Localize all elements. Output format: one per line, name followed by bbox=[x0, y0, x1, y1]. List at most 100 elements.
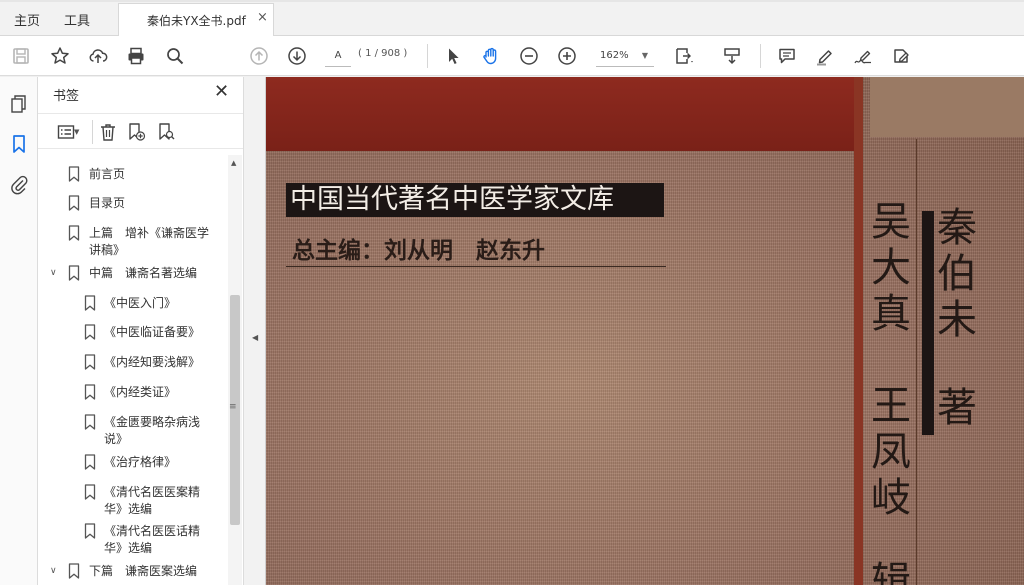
bookmark-flag-icon bbox=[84, 295, 96, 311]
cover-light-band bbox=[870, 77, 1024, 137]
bookmark-label: 中篇 谦斋名著选编 bbox=[89, 266, 198, 280]
bookmark-item[interactable]: 《金匮要略杂病浅说》 bbox=[38, 414, 228, 450]
bookmark-item[interactable]: 《内经知要浅解》 bbox=[38, 354, 228, 372]
cover-divider-line bbox=[916, 139, 917, 585]
bookmarks-toolbar: ▼ bbox=[38, 113, 243, 149]
cover-red-band bbox=[266, 77, 860, 151]
bookmarks-toolbar-separator bbox=[92, 120, 93, 144]
author-black-bar bbox=[922, 211, 934, 435]
toolbar-separator bbox=[427, 44, 428, 68]
bookmark-flag-icon bbox=[68, 225, 80, 241]
bookmark-item[interactable]: 《中医临证备要》 bbox=[38, 324, 228, 342]
highlight-pen-icon[interactable] bbox=[813, 44, 837, 68]
bookmark-label: 目录页 bbox=[89, 196, 126, 210]
bookmark-label: 《清代名医医案精华》选编 bbox=[104, 485, 201, 516]
bookmark-item[interactable]: 目录页 bbox=[38, 195, 228, 213]
bookmark-label: 《内经类证》 bbox=[104, 385, 177, 399]
collapse-chevron-icon[interactable]: ∨ bbox=[50, 265, 57, 282]
previous-page-icon[interactable] bbox=[247, 44, 271, 68]
bookmark-flag-icon bbox=[68, 265, 80, 281]
bookmark-item[interactable]: 《清代名医医案精华》选编 bbox=[38, 484, 228, 520]
bookmark-flag-icon bbox=[84, 414, 96, 430]
bookmark-item[interactable]: 《内经类证》 bbox=[38, 384, 228, 402]
search-icon[interactable] bbox=[163, 44, 187, 68]
bookmark-flag-icon bbox=[84, 384, 96, 400]
next-page-icon[interactable] bbox=[285, 44, 309, 68]
bookmark-item[interactable]: 上篇 增补《谦斋医学讲稿》 bbox=[38, 225, 228, 261]
bookmarks-scrollbar[interactable]: ▲ ≡ bbox=[228, 155, 242, 585]
zoom-in-icon[interactable] bbox=[555, 44, 579, 68]
page-number-input[interactable]: A bbox=[325, 45, 351, 67]
panel-collapse-bar[interactable]: ◀ bbox=[244, 77, 266, 585]
bookmark-item[interactable]: 《治疗格律》 bbox=[38, 454, 228, 472]
more-tools-icon[interactable] bbox=[889, 44, 913, 68]
bookmark-label: 《中医入门》 bbox=[104, 296, 177, 310]
collapse-left-arrow-icon[interactable]: ◀ bbox=[252, 333, 258, 342]
print-icon[interactable] bbox=[124, 44, 148, 68]
attachments-icon[interactable] bbox=[8, 173, 30, 195]
bookmark-item[interactable]: ∨ 下篇 谦斋医案选编 bbox=[38, 563, 228, 581]
scroll-mode-icon[interactable] bbox=[720, 44, 744, 68]
close-tab-icon[interactable]: × bbox=[257, 10, 268, 25]
bookmarks-panel-icon[interactable] bbox=[8, 133, 30, 155]
bookmark-flag-icon bbox=[68, 195, 80, 211]
hand-tool-icon[interactable] bbox=[479, 44, 503, 68]
zoom-level-dropdown[interactable]: 162% ▼ bbox=[596, 45, 654, 67]
bookmarks-panel: 书签 ✕ ▼ 前言页 目录页 上篇 增补《谦斋医学讲稿》 ∨ 中篇 谦斋名著选编… bbox=[38, 77, 244, 585]
bookmark-label: 《内经知要浅解》 bbox=[104, 355, 201, 369]
bookmark-item[interactable]: 《清代名医医话精华》选编 bbox=[38, 523, 228, 559]
navigation-rail bbox=[0, 77, 38, 585]
save-icon[interactable] bbox=[9, 44, 33, 68]
tab-home[interactable]: 主页 bbox=[14, 10, 40, 29]
chief-editors: 总主编：刘从明 赵东升 bbox=[292, 238, 545, 264]
tab-strip-edge bbox=[0, 0, 1024, 2]
bookmark-options-icon[interactable]: ▼ bbox=[52, 121, 79, 143]
bookmark-flag-icon bbox=[84, 523, 96, 539]
bookmark-flag-icon bbox=[84, 354, 96, 370]
zoom-level-value: 162% bbox=[600, 50, 629, 61]
bookmarks-panel-title: 书签 bbox=[53, 89, 80, 104]
cover-spine-stripe bbox=[854, 77, 863, 585]
bookmark-flag-icon bbox=[84, 324, 96, 340]
close-panel-icon[interactable]: ✕ bbox=[214, 81, 229, 102]
select-cursor-icon[interactable] bbox=[441, 44, 465, 68]
document-view[interactable]: 中国当代著名中医学家文库 总主编：刘从明 赵东升 秦伯未 著 吴大真 王凤岐 辑 bbox=[266, 77, 1024, 585]
toolbar-separator bbox=[760, 44, 761, 68]
bookmark-label: 《治疗格律》 bbox=[104, 455, 177, 469]
compiler-name-2: 王凤岐 bbox=[871, 383, 911, 521]
bookmark-flag-icon bbox=[68, 563, 80, 579]
bookmark-item[interactable]: 前言页 bbox=[38, 166, 228, 184]
tab-strip: 主页 工具 秦伯未YX全书.pdf × bbox=[0, 0, 1024, 37]
tab-tools[interactable]: 工具 bbox=[64, 10, 90, 29]
main-toolbar: A ( 1 / 908 ) 162% ▼ bbox=[0, 36, 1024, 76]
bookmark-item[interactable]: 《中医入门》 bbox=[38, 295, 228, 313]
new-bookmark-icon[interactable] bbox=[126, 121, 146, 143]
bookmark-label: 《中医临证备要》 bbox=[104, 325, 201, 339]
bookmark-label: 《清代名医医话精华》选编 bbox=[104, 524, 201, 555]
comment-icon[interactable] bbox=[775, 44, 799, 68]
bookmark-flag-icon bbox=[84, 484, 96, 500]
find-bookmark-icon[interactable] bbox=[156, 121, 176, 143]
page-thumbnails-icon[interactable] bbox=[8, 93, 30, 115]
tab-document[interactable]: 秦伯未YX全书.pdf × bbox=[118, 3, 274, 37]
author-role: 著 bbox=[937, 385, 977, 431]
fit-page-icon[interactable] bbox=[672, 44, 696, 68]
bookmark-star-icon[interactable] bbox=[48, 44, 72, 68]
document-tab-title: 秦伯未YX全书.pdf bbox=[147, 14, 246, 28]
scroll-up-arrow-icon[interactable]: ▲ bbox=[231, 159, 236, 167]
bookmark-label: 《金匮要略杂病浅说》 bbox=[104, 415, 201, 446]
delete-bookmark-icon[interactable] bbox=[98, 121, 118, 143]
cloud-upload-icon[interactable] bbox=[86, 44, 110, 68]
page-count: ( 1 / 908 ) bbox=[358, 48, 408, 59]
chevron-down-icon: ▼ bbox=[641, 51, 648, 60]
bookmark-flag-icon bbox=[68, 166, 80, 182]
zoom-out-icon[interactable] bbox=[517, 44, 541, 68]
bookmark-item[interactable]: ∨ 中篇 谦斋名著选编 bbox=[38, 265, 228, 283]
bookmark-label: 上篇 增补《谦斋医学讲稿》 bbox=[89, 226, 210, 257]
series-title: 中国当代著名中医学家文库 bbox=[286, 183, 664, 217]
editors-underline bbox=[286, 266, 666, 267]
sign-icon[interactable] bbox=[851, 44, 875, 68]
collapse-chevron-icon[interactable]: ∨ bbox=[50, 563, 57, 580]
compiler-name-1: 吴大真 bbox=[871, 199, 911, 337]
bookmark-flag-icon bbox=[84, 454, 96, 470]
